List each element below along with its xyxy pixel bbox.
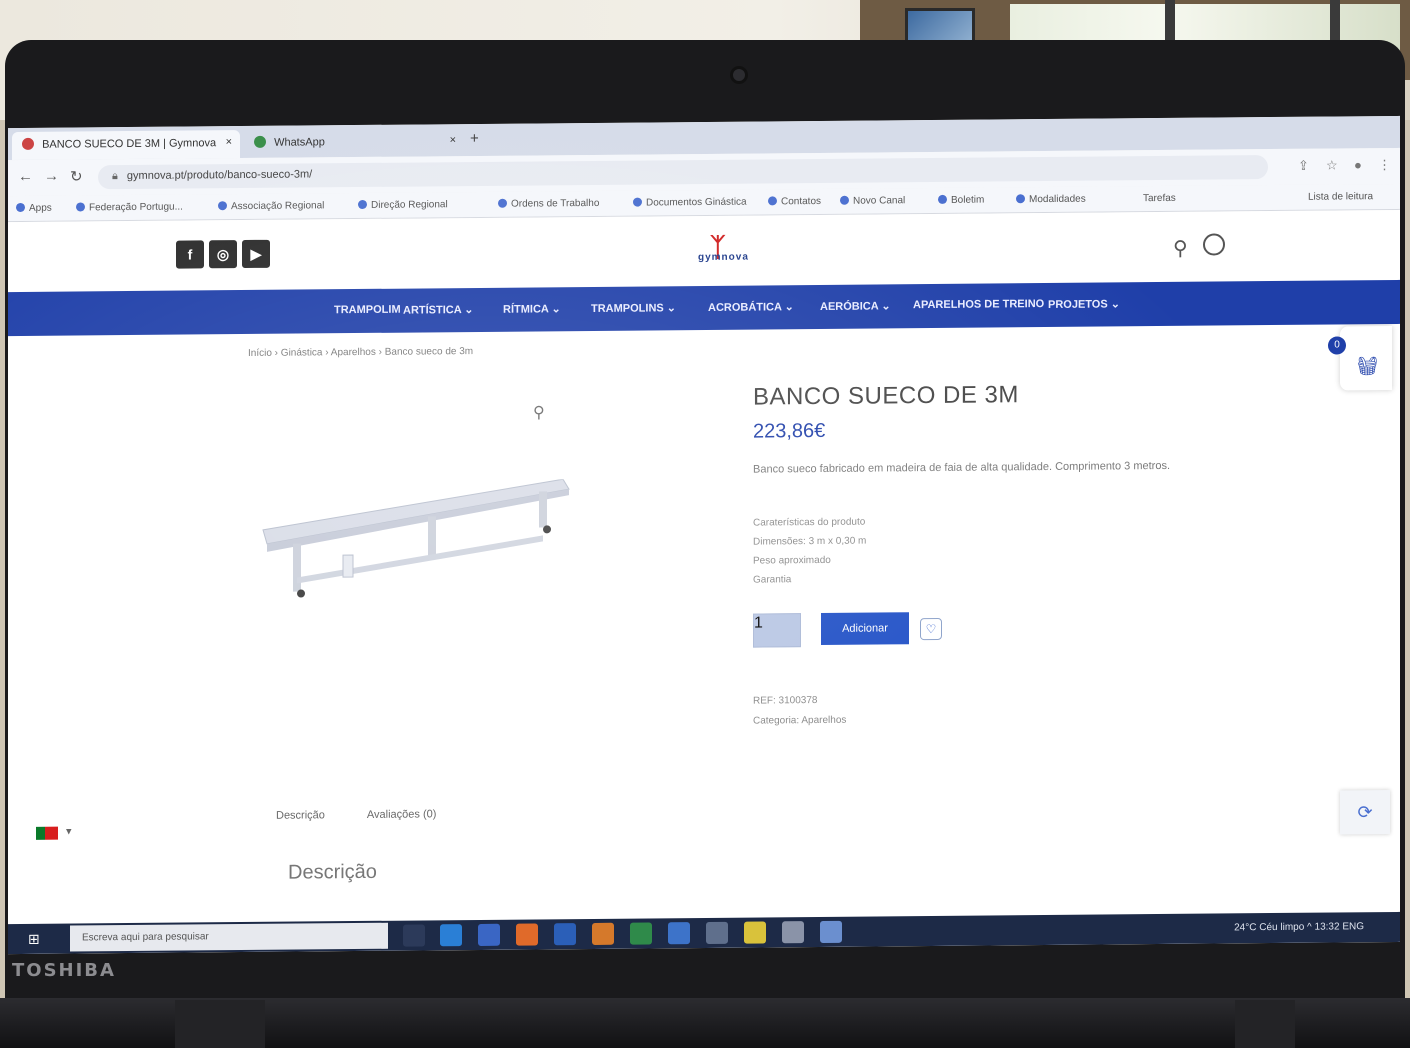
product-image[interactable] <box>253 479 573 602</box>
excel-icon[interactable] <box>630 922 652 945</box>
bookmark-item[interactable]: Contatos <box>768 196 821 207</box>
zoom-magnifier-icon[interactable]: ⚲ <box>533 402 545 422</box>
search-icon[interactable]: ⚲ <box>1173 236 1188 261</box>
site-logo[interactable]: ᛉ gymnova <box>698 231 778 272</box>
reload-icon[interactable]: ↻ <box>70 167 83 185</box>
apps-icon <box>16 202 25 213</box>
lock-icon: 🔒︎ <box>112 170 118 183</box>
bookmark-item[interactable]: Apps <box>16 203 52 214</box>
nav-item[interactable]: ACROBÁTICA ⌄ <box>708 300 794 314</box>
bookmark-item[interactable]: Direção Regional <box>358 199 448 211</box>
nav-item[interactable]: TRAMPOLIM <box>334 304 401 317</box>
tab-reviews[interactable]: Avaliações (0) <box>367 808 437 821</box>
chevron-down-icon[interactable]: ▾ <box>66 825 72 838</box>
bookmark-item[interactable]: Boletim <box>938 195 984 206</box>
tab-title: WhatsApp <box>274 136 325 149</box>
close-tab-icon[interactable]: × <box>226 136 232 148</box>
bookmark-icon <box>633 197 642 207</box>
bookmark-item[interactable]: Ordens de Trabalho <box>498 198 599 210</box>
windows-start-icon[interactable]: ⊞ <box>28 931 40 948</box>
product-sku: REF: 3100378 Categoria: Aparelhos <box>753 695 847 727</box>
profile-icon[interactable]: ● <box>1354 157 1362 172</box>
add-to-cart-button[interactable]: Adicionar <box>821 612 909 645</box>
bookmark-star-icon[interactable]: ☆ <box>1326 157 1338 173</box>
file-explorer-icon[interactable] <box>706 921 728 944</box>
nav-item[interactable]: RÍTMICA ⌄ <box>503 302 561 316</box>
bookmark-icon <box>768 196 777 206</box>
menu-icon[interactable]: ⋮ <box>1378 157 1391 173</box>
app-icon[interactable] <box>820 920 842 943</box>
main-navigation: TRAMPOLIM ARTÍSTICA ⌄ RÍTMICA ⌄ TRAMPOLI… <box>8 279 1400 337</box>
url-text: gymnova.pt/produto/banco-sueco-3m/ <box>126 168 313 183</box>
quantity-input[interactable]: 1 <box>753 613 801 648</box>
portugal-flag-icon[interactable] <box>36 826 58 840</box>
firefox-icon[interactable] <box>516 923 538 946</box>
back-arrow-icon[interactable]: ← <box>18 168 33 185</box>
instagram-icon[interactable]: ◎ <box>209 240 237 269</box>
new-tab-button[interactable]: + <box>470 130 479 147</box>
wishlist-icon[interactable]: ♡ <box>920 617 942 641</box>
tab-description[interactable]: Descrição <box>276 809 325 821</box>
chrome-icon[interactable] <box>744 921 766 944</box>
youtube-icon[interactable]: ▶ <box>242 239 270 269</box>
description-heading: Descrição <box>288 860 377 884</box>
store-icon[interactable] <box>478 923 500 946</box>
share-icon[interactable]: ⇪ <box>1298 158 1309 174</box>
powerpoint-icon[interactable] <box>592 922 614 945</box>
bookmark-icon <box>938 194 947 204</box>
bookmark-item[interactable]: Associação Regional <box>218 200 324 212</box>
bookmark-icon <box>1016 194 1025 204</box>
laptop-brand-label: TOSHIBA <box>12 960 116 981</box>
nav-item[interactable]: TRAMPOLINS ⌄ <box>591 301 676 315</box>
recaptcha-icon: ⟳ <box>1340 790 1390 835</box>
reading-list-button[interactable]: Lista de leitura <box>1308 191 1373 203</box>
bookmark-icon <box>840 195 849 205</box>
facebook-icon[interactable]: f <box>176 240 204 269</box>
laptop-hinge <box>175 1000 265 1048</box>
laptop-hinge <box>1235 1000 1295 1048</box>
word-icon[interactable] <box>554 923 576 946</box>
bookmark-item[interactable]: Federação Portugu... <box>76 202 183 214</box>
product-price: 223,86€ <box>753 419 826 443</box>
whatsapp-favicon-icon <box>254 135 266 148</box>
nav-item[interactable]: AERÓBICA ⌄ <box>820 299 891 313</box>
system-tray[interactable]: 24°C Céu limpo ^ 13:32 ENG <box>1234 921 1364 933</box>
task-view-icon[interactable] <box>403 924 425 947</box>
app-icon[interactable] <box>782 921 804 944</box>
bookmark-item[interactable]: Novo Canal <box>840 195 905 207</box>
outlook-icon[interactable] <box>668 922 690 945</box>
bookmark-icon <box>218 201 227 211</box>
website: f ◎ ▶ ᛉ gymnova ⚲ TRAMPOLIM ARTÍSTICA ⌄ RÍ… <box>8 209 1400 955</box>
nav-item[interactable]: ARTÍSTICA ⌄ <box>403 303 474 317</box>
breadcrumb[interactable]: Início › Ginástica › Aparelhos › Banco s… <box>248 346 473 359</box>
nav-item[interactable]: APARELHOS DE TREINO <box>913 298 1044 311</box>
account-icon[interactable] <box>1203 233 1225 256</box>
forward-arrow-icon[interactable]: → <box>44 168 59 185</box>
taskbar-search-input[interactable]: Escreva aqui para pesquisar <box>70 922 388 952</box>
product-title: BANCO SUECO DE 3M <box>753 381 1019 411</box>
browser-tab-active[interactable]: BANCO SUECO DE 3M | Gymnova × <box>12 130 240 161</box>
social-links: f ◎ ▶ <box>176 239 275 269</box>
product-tabs: Descrição Avaliações (0) <box>276 808 478 821</box>
address-bar[interactable]: 🔒︎ gymnova.pt/produto/banco-sueco-3m/ <box>98 155 1268 190</box>
bookmark-item[interactable]: Modalidades <box>1016 194 1086 206</box>
browser-tab[interactable]: WhatsApp × <box>244 128 464 158</box>
product-description: Banco sueco fabricado em madeira de faia… <box>753 459 1171 476</box>
close-tab-icon[interactable]: × <box>450 134 456 146</box>
site-favicon-icon <box>22 137 34 150</box>
bookmark-item[interactable]: Documentos Ginástica <box>633 197 747 209</box>
webcam <box>730 66 748 84</box>
bookmark-icon <box>358 199 367 210</box>
nav-item[interactable]: PROJETOS ⌄ <box>1048 297 1120 311</box>
tab-title: BANCO SUECO DE 3M | Gymnova <box>42 137 217 151</box>
laptop-screen: BANCO SUECO DE 3M | Gymnova × WhatsApp ×… <box>8 115 1400 955</box>
bookmark-icon <box>76 202 85 212</box>
bookmark-item[interactable]: Tarefas <box>1143 193 1176 204</box>
bookmark-icon <box>498 198 507 208</box>
basket-icon[interactable]: 🧺︎ <box>1356 356 1379 377</box>
edge-icon[interactable] <box>440 924 462 947</box>
product-meta: Caraterísticas do produto Dimensões: 3 m… <box>753 516 867 586</box>
cart-count-badge: 0 <box>1328 336 1346 355</box>
